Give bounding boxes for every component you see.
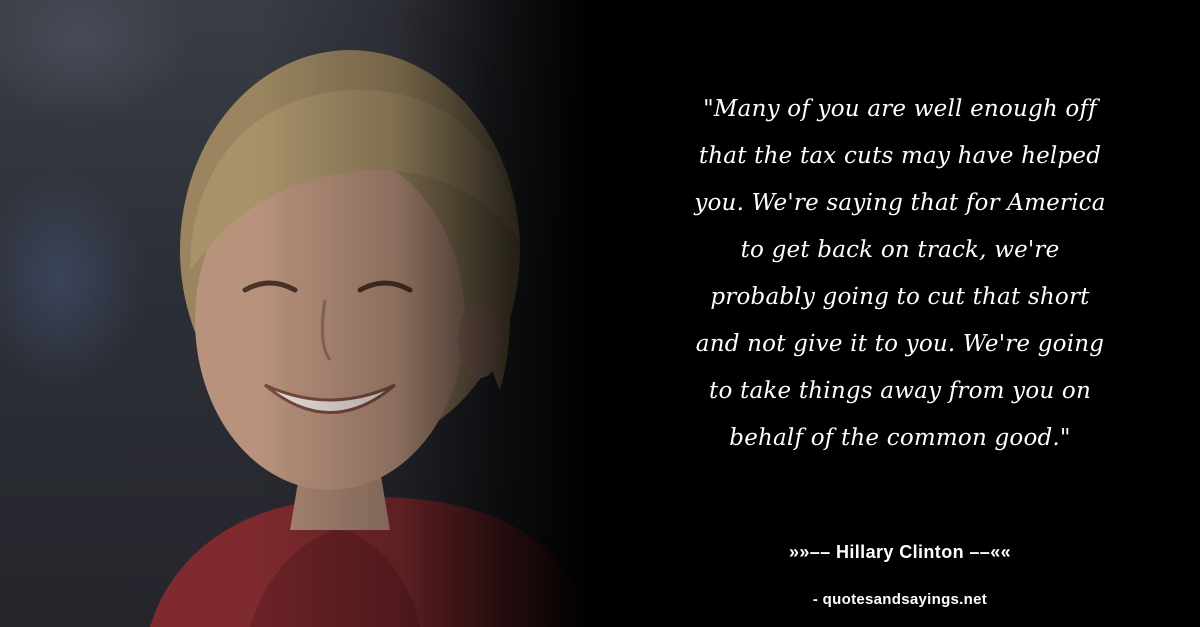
quote-author: »»–– Hillary Clinton ––«« bbox=[788, 542, 1012, 562]
quote-line: to take things away from you on bbox=[709, 378, 1091, 404]
quote-text: "Many of you are well enough off that th… bbox=[640, 86, 1160, 462]
quote-line: behalf of the common good." bbox=[729, 425, 1071, 451]
quote-line: probably going to cut that short bbox=[710, 284, 1090, 310]
quote-card: "Many of you are well enough off that th… bbox=[0, 0, 1200, 627]
quote-line: that the tax cuts may have helped bbox=[698, 143, 1102, 169]
quote-line: and not give it to you. We're going bbox=[695, 331, 1105, 357]
quote-line: "Many of you are well enough off bbox=[703, 96, 1097, 122]
quote-line: to get back on track, we're bbox=[740, 237, 1060, 263]
quote-line: you. We're saying that for America bbox=[694, 190, 1106, 216]
speaker-photo bbox=[0, 0, 640, 627]
source-attribution: - quotesandsayings.net bbox=[812, 591, 988, 608]
photo-fade-overlay bbox=[0, 0, 640, 627]
